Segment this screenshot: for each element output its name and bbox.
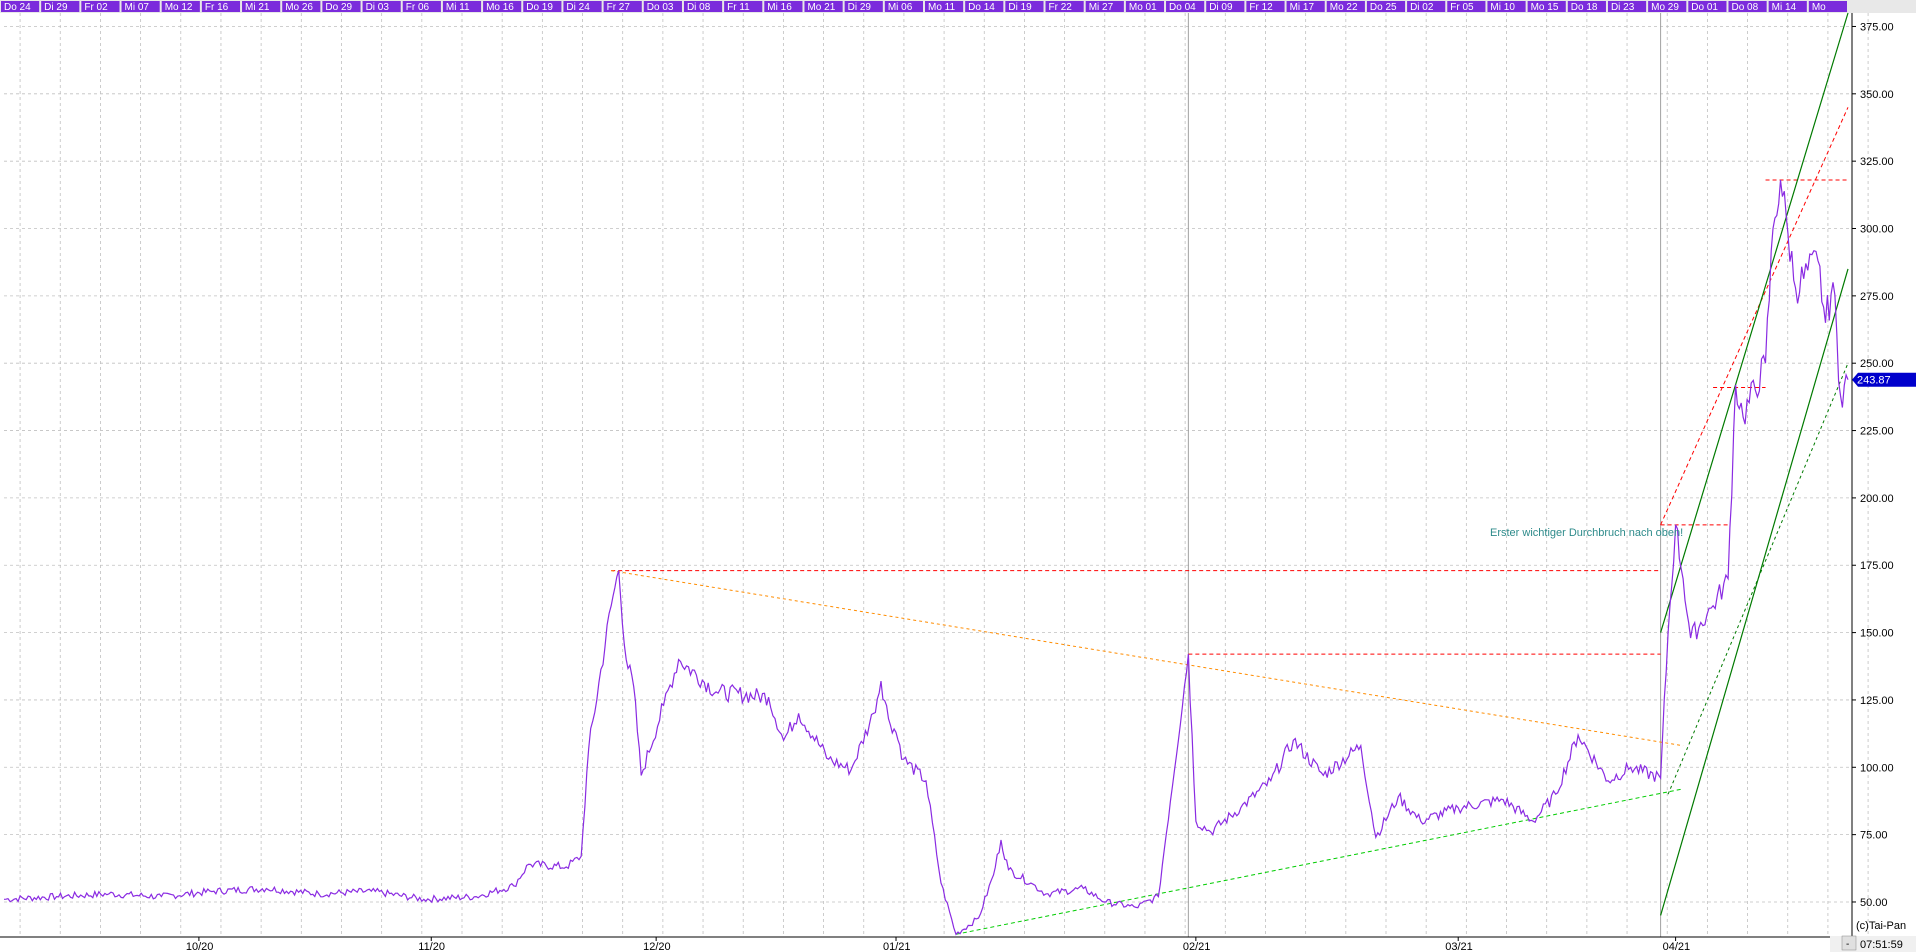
date-label[interactable]: Mi 06 (888, 2, 913, 13)
date-label[interactable]: Fr 16 (205, 2, 229, 13)
date-label[interactable]: Mi 14 (1772, 2, 1797, 13)
chart-frame: Do 24 Di 29 Fr 02 Mi 07 Mo 12 Fr 16 Mi 21 Mo 26… (0, 0, 1916, 952)
y-tick-label: 300.00 (1860, 224, 1894, 236)
annotation-text: Erster wichtiger Durchbruch nach oben! (1490, 527, 1683, 539)
y-tick-label: 125.00 (1860, 695, 1894, 707)
date-label[interactable]: Do 25 (1370, 2, 1397, 13)
copyright-label: (c)Tai-Pan (1856, 920, 1906, 932)
x-tick-label: 10/20 (186, 941, 214, 952)
date-label[interactable]: Do 14 (968, 2, 995, 13)
date-label[interactable]: Fr 12 (1249, 2, 1273, 13)
date-label[interactable]: Fr 02 (84, 2, 108, 13)
date-label[interactable]: Mi 17 (1290, 2, 1315, 13)
date-label[interactable]: Di 19 (1008, 2, 1032, 13)
y-tick-label: 50.00 (1860, 897, 1888, 909)
date-label[interactable]: Do 18 (1571, 2, 1598, 13)
y-tick-label: 375.00 (1860, 21, 1894, 33)
date-label[interactable]: Mo 11 (928, 2, 955, 13)
date-label[interactable]: Di 23 (1611, 2, 1635, 13)
date-label[interactable]: Mo (1812, 2, 1826, 13)
x-tick-label: 03/21 (1445, 941, 1473, 952)
x-tick-label: 01/21 (883, 941, 911, 952)
date-label[interactable]: Fr 06 (406, 2, 430, 13)
x-tick-label: 11/20 (418, 941, 445, 952)
date-label[interactable]: Do 08 (1731, 2, 1758, 13)
date-label[interactable]: Di 02 (1410, 2, 1434, 13)
date-label[interactable]: Mo 26 (285, 2, 313, 13)
date-label[interactable]: Mi 21 (245, 2, 270, 13)
date-label[interactable]: Fr 05 (1450, 2, 1474, 13)
current-price-badge: 243.87 (1852, 372, 1916, 387)
chart-background (0, 0, 1916, 952)
date-label[interactable]: Di 24 (566, 2, 590, 13)
date-label[interactable]: Mi 27 (1089, 2, 1114, 13)
date-label[interactable]: Mi 11 (446, 2, 470, 13)
y-tick-label: 350.00 (1860, 89, 1894, 101)
current-price-label: 243.87 (1857, 375, 1891, 387)
x-tick-label: 02/21 (1183, 941, 1211, 952)
y-tick-label: 325.00 (1860, 156, 1894, 168)
scroll-handle[interactable]: - (1841, 935, 1857, 951)
date-label[interactable]: Mo 22 (1330, 2, 1358, 13)
date-label[interactable]: Do 01 (1691, 2, 1718, 13)
date-label[interactable]: Do 29 (325, 2, 352, 13)
date-label[interactable]: Di 03 (366, 2, 390, 13)
date-label[interactable]: Mi 07 (125, 2, 150, 13)
date-label[interactable]: Mo 01 (1129, 2, 1157, 13)
date-label[interactable]: Do 04 (1169, 2, 1196, 13)
y-tick-label: 250.00 (1860, 358, 1894, 370)
date-label[interactable]: Di 29 (44, 2, 68, 13)
y-tick-label: 75.00 (1860, 830, 1888, 842)
date-label[interactable]: Fr 27 (607, 2, 631, 13)
y-tick-label: 225.00 (1860, 426, 1894, 438)
date-label[interactable]: Do 24 (4, 2, 31, 13)
date-label[interactable]: Di 09 (1209, 2, 1233, 13)
scroll-handle-glyph: - (1846, 939, 1849, 950)
date-label[interactable]: Fr 11 (727, 2, 750, 13)
date-label[interactable]: Mi 10 (1490, 2, 1515, 13)
y-tick-label: 100.00 (1860, 762, 1894, 774)
y-tick-label: 175.00 (1860, 560, 1894, 572)
x-tick-label: 12/20 (643, 941, 671, 952)
date-label[interactable]: Mo 21 (807, 2, 835, 13)
y-tick-label: 275.00 (1860, 291, 1894, 303)
date-label[interactable]: Do 19 (526, 2, 553, 13)
date-label[interactable]: Do 03 (647, 2, 674, 13)
date-label[interactable]: Di 08 (687, 2, 711, 13)
x-tick-label: 04/21 (1663, 941, 1691, 952)
y-tick-label: 200.00 (1860, 493, 1894, 505)
y-tick-label: 150.00 (1860, 628, 1894, 640)
date-label[interactable]: Fr 22 (1049, 2, 1073, 13)
date-label[interactable]: Mi 16 (767, 2, 792, 13)
date-label[interactable]: Mo 29 (1651, 2, 1679, 13)
date-label[interactable]: Mo 16 (486, 2, 514, 13)
date-label[interactable]: Di 29 (848, 2, 872, 13)
date-label[interactable]: Mo 15 (1531, 2, 1559, 13)
date-label[interactable]: Mo 12 (165, 2, 193, 13)
clock-label: 07:51:59 (1860, 939, 1903, 951)
date-header[interactable]: Do 24 Di 29 Fr 02 Mi 07 Mo 12 Fr 16 Mi 21 Mo 26… (0, 0, 1916, 13)
